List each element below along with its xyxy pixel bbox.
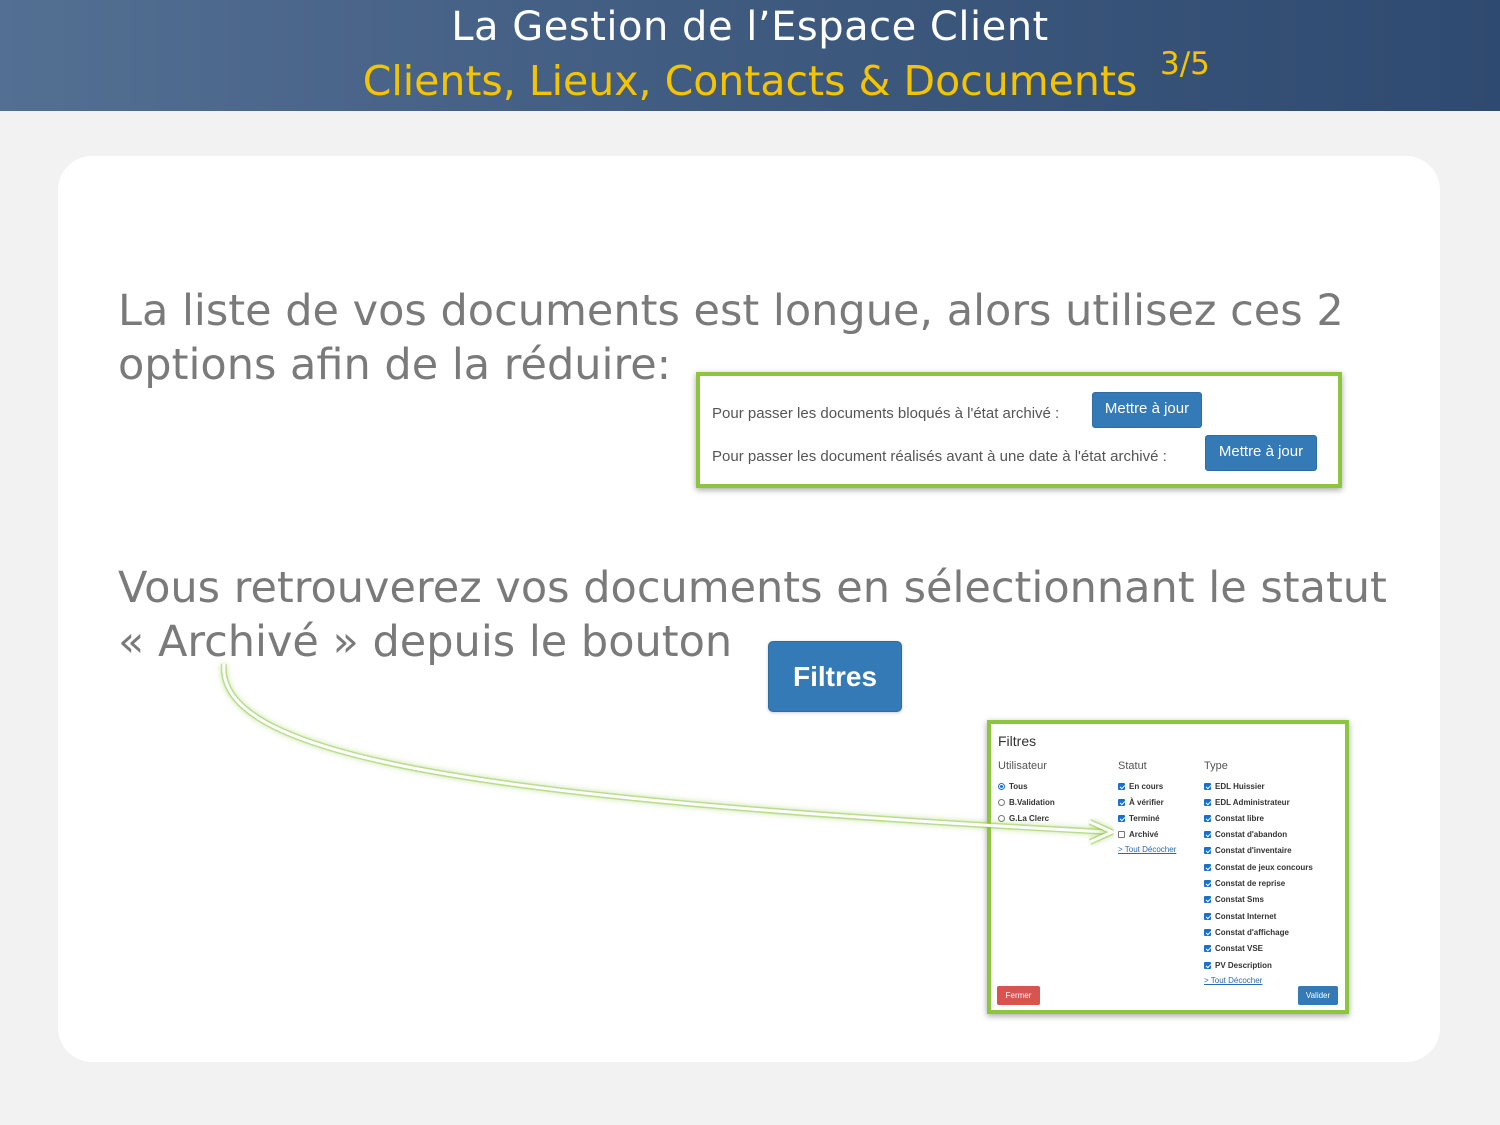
type-option-label: Constat d'abandon — [1215, 830, 1288, 839]
status-option-en-cours[interactable]: En cours — [1118, 782, 1163, 792]
checkbox-checked-icon — [1118, 815, 1125, 822]
status-option-a-verifier[interactable]: À vérifier — [1118, 798, 1164, 808]
user-option-label: G.La Clerc — [1009, 814, 1050, 823]
archive-options-panel: Pour passer les documents bloqués à l'ét… — [696, 372, 1342, 488]
type-option-label: Constat libre — [1215, 814, 1264, 823]
user-option[interactable]: G.La Clerc — [998, 814, 1049, 824]
paragraph-line: « Archivé » depuis le bouton — [118, 617, 733, 667]
archive-blocked-label: Pour passer les documents bloqués à l'ét… — [712, 405, 1060, 422]
type-option[interactable]: Constat VSE — [1204, 944, 1263, 954]
type-option[interactable]: Constat de reprise — [1204, 879, 1285, 889]
checkbox-checked-icon — [1118, 783, 1125, 790]
type-option[interactable]: Constat Internet — [1204, 912, 1276, 922]
checkbox-icon — [1118, 831, 1125, 838]
type-option-label: Constat Sms — [1215, 895, 1264, 904]
slide-title: La Gestion de l’Espace Client — [451, 4, 1049, 50]
checkbox-checked-icon — [1204, 945, 1211, 952]
user-option-tous[interactable]: Tous — [998, 782, 1028, 792]
user-column-header: Utilisateur — [998, 760, 1047, 772]
slide-subtitle: Clients, Lieux, Contacts & Documents — [362, 57, 1138, 105]
checkbox-checked-icon — [1204, 783, 1211, 790]
paragraph-line: La liste de vos documents est longue, al… — [118, 286, 1344, 336]
status-option-archive[interactable]: Archivé — [1118, 830, 1158, 840]
type-option-label: Constat de jeux concours — [1215, 863, 1313, 872]
type-option[interactable]: Constat Sms — [1204, 895, 1264, 905]
slide-header: La Gestion de l’Espace Client Clients, L… — [0, 0, 1500, 111]
user-option[interactable]: B.Validation — [998, 798, 1055, 808]
filters-title: Filtres — [998, 733, 1037, 749]
page-counter: 3/5 — [1160, 46, 1210, 82]
type-option[interactable]: Constat d'abandon — [1204, 830, 1287, 840]
filters-panel: Filtres Utilisateur Statut Type Tous B.V… — [987, 720, 1349, 1014]
radio-selected-icon — [998, 783, 1005, 790]
archive-before-date-label: Pour passer les document réalisés avant … — [712, 448, 1167, 465]
checkbox-checked-icon — [1204, 847, 1211, 854]
type-option[interactable]: Constat libre — [1204, 814, 1264, 824]
status-column-header: Statut — [1118, 760, 1147, 772]
checkbox-checked-icon — [1204, 864, 1211, 871]
status-option-label: À vérifier — [1129, 798, 1164, 807]
type-option[interactable]: Constat d'affichage — [1204, 928, 1289, 938]
checkbox-checked-icon — [1204, 831, 1211, 838]
status-option-label: En cours — [1129, 782, 1164, 791]
filtres-button[interactable]: Filtres — [768, 641, 902, 712]
user-option-label: Tous — [1009, 782, 1028, 791]
type-option-label: Constat VSE — [1215, 944, 1264, 953]
type-option-label: Constat d'affichage — [1215, 928, 1289, 937]
type-uncheck-all-link[interactable]: > Tout Décocher — [1204, 976, 1262, 985]
submit-button[interactable]: Valider — [1298, 986, 1338, 1005]
user-option-label: B.Validation — [1009, 798, 1055, 807]
type-option[interactable]: EDL Huissier — [1204, 782, 1265, 792]
status-option-label: Terminé — [1129, 814, 1160, 823]
type-column-header: Type — [1204, 760, 1228, 772]
checkbox-checked-icon — [1204, 799, 1211, 806]
type-option[interactable]: Constat de jeux concours — [1204, 863, 1313, 873]
type-option-label: Constat de reprise — [1215, 879, 1286, 888]
close-button[interactable]: Fermer — [997, 986, 1040, 1005]
type-option-label: EDL Administrateur — [1215, 798, 1290, 807]
type-option[interactable]: Constat d'inventaire — [1204, 846, 1292, 856]
type-option[interactable]: EDL Administrateur — [1204, 798, 1290, 808]
update-blocked-button[interactable]: Mettre à jour — [1092, 392, 1202, 428]
status-option-label: Archivé — [1129, 830, 1159, 839]
paragraph-line: Vous retrouverez vos documents en sélect… — [118, 563, 1387, 613]
type-option-label: Constat Internet — [1215, 912, 1277, 921]
type-option[interactable]: PV Description — [1204, 961, 1272, 971]
checkbox-checked-icon — [1204, 815, 1211, 822]
radio-icon — [998, 799, 1005, 806]
checkbox-checked-icon — [1118, 799, 1125, 806]
status-option-termine[interactable]: Terminé — [1118, 814, 1160, 824]
type-option-label: PV Description — [1215, 961, 1272, 970]
radio-icon — [998, 815, 1005, 822]
checkbox-checked-icon — [1204, 929, 1211, 936]
checkbox-checked-icon — [1204, 962, 1211, 969]
type-option-label: Constat d'inventaire — [1215, 846, 1292, 855]
instruction-paragraph-2: Vous retrouverez vos documents en sélect… — [118, 561, 1387, 669]
type-option-label: EDL Huissier — [1215, 782, 1265, 791]
checkbox-checked-icon — [1204, 913, 1211, 920]
status-uncheck-all-link[interactable]: > Tout Décocher — [1118, 845, 1176, 854]
checkbox-checked-icon — [1204, 880, 1211, 887]
checkbox-checked-icon — [1204, 896, 1211, 903]
update-before-date-button[interactable]: Mettre à jour — [1205, 435, 1317, 471]
